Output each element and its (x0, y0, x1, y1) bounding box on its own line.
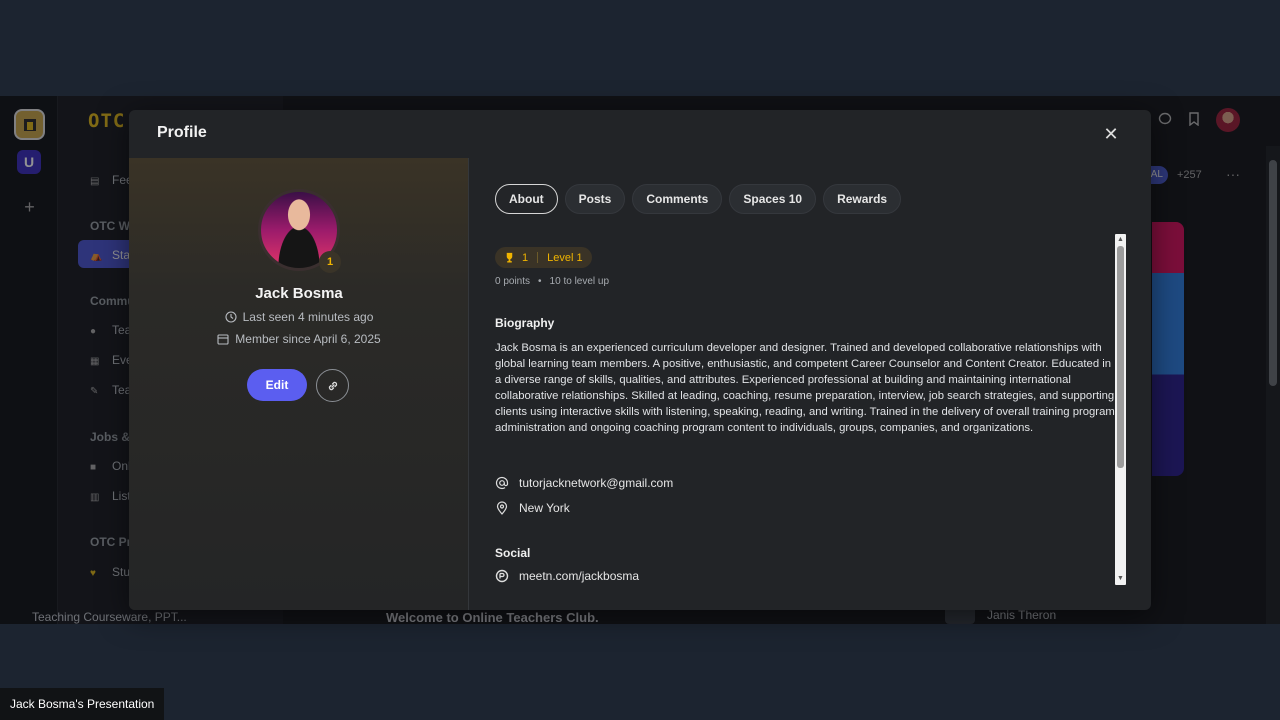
biography-heading: Biography (495, 316, 555, 330)
edit-profile-button[interactable]: Edit (247, 369, 307, 401)
social-heading: Social (495, 546, 531, 560)
about-scrollbar-thumb[interactable] (1117, 246, 1124, 468)
tab-posts[interactable]: Posts (564, 184, 626, 214)
points-row: 0 points • 10 to level up (495, 276, 610, 287)
profile-modal: Profile ✕ 1 Jack Bosma Last seen 4 minut… (129, 110, 1151, 610)
tab-spaces[interactable]: Spaces 10 (729, 184, 817, 214)
clock-icon (225, 311, 237, 323)
email-text[interactable]: tutorjacknetwork@gmail.com (519, 476, 673, 490)
level-badge-dot: 1 (319, 251, 341, 273)
profile-tabs: About Posts Comments Spaces 10 Rewards (495, 184, 902, 214)
about-panel: 1 Level 1 0 points • 10 to level up Biogra… (495, 234, 1115, 610)
member-since-text: Member since April 6, 2025 (235, 332, 381, 346)
member-since-row: Member since April 6, 2025 (129, 332, 469, 346)
level-up-text: 10 to level up (549, 276, 610, 287)
trophy-icon (506, 252, 513, 263)
scroll-up-icon[interactable]: ▲ (1116, 235, 1125, 244)
scroll-down-icon[interactable]: ▼ (1116, 574, 1125, 583)
points-text: 0 points (495, 276, 531, 287)
level-badge: 1 Level 1 (495, 247, 592, 268)
modal-header: Profile ✕ (129, 110, 1151, 158)
biography-text: Jack Bosma is an experienced curriculum … (495, 342, 1115, 434)
level-count: 1 (522, 251, 529, 264)
presenter-label: Jack Bosma's Presentation (0, 688, 165, 720)
social-link-text[interactable]: meetn.com/jackbosma (519, 569, 639, 583)
about-scrollbar[interactable]: ▲ ▼ (1115, 234, 1126, 585)
map-pin-icon (496, 501, 508, 515)
calendar-icon (217, 334, 229, 345)
last-seen-row: Last seen 4 minutes ago (129, 310, 469, 324)
close-icon[interactable]: ✕ (1101, 124, 1121, 144)
at-sign-icon (495, 476, 509, 490)
link-icon (328, 381, 337, 390)
profile-summary: 1 Jack Bosma Last seen 4 minutes ago Mem… (129, 158, 469, 610)
tab-rewards[interactable]: Rewards (823, 184, 902, 214)
profile-details: About Posts Comments Spaces 10 Rewards 1… (470, 158, 1151, 610)
level-label: Level 1 (547, 251, 583, 264)
last-seen-text: Last seen 4 minutes ago (242, 310, 374, 324)
location-row: New York (495, 501, 570, 515)
tab-about[interactable]: About (495, 184, 558, 214)
email-row: tutorjacknetwork@gmail.com (495, 476, 673, 490)
modal-title: Profile (157, 124, 207, 141)
location-text: New York (519, 501, 570, 515)
social-link-row: meetn.com/jackbosma (495, 569, 639, 583)
globe-link-icon (495, 569, 509, 583)
profile-name: Jack Bosma (255, 285, 343, 302)
tab-comments[interactable]: Comments (632, 184, 723, 214)
copy-link-button[interactable] (316, 369, 349, 402)
